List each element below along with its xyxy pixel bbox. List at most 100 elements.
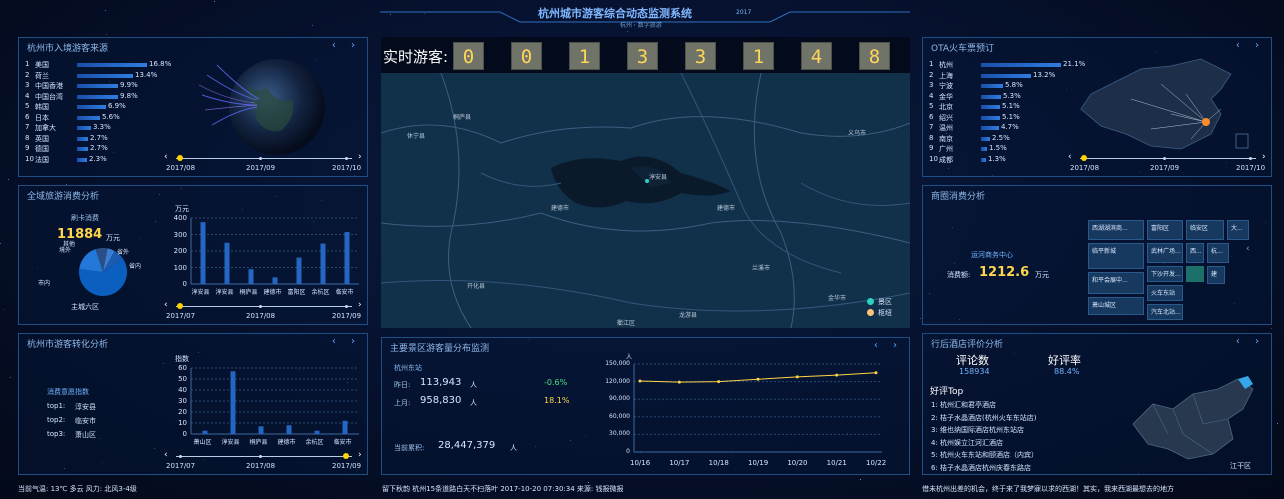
- timeline-tick[interactable]: [179, 455, 182, 458]
- bar: [200, 222, 206, 284]
- rank-bar: [981, 157, 986, 162]
- treemap-tile[interactable]: 建: [1207, 266, 1225, 284]
- timeline-tick[interactable]: [259, 455, 262, 458]
- timeline-tick[interactable]: [345, 157, 348, 160]
- realtime-digit: 0: [511, 42, 542, 70]
- y-tick-label: 200: [173, 247, 187, 255]
- timeline-next-icon[interactable]: ›: [358, 152, 362, 162]
- timeline-prev-icon[interactable]: ‹: [164, 300, 168, 310]
- map-place-label: 休宁县: [407, 133, 426, 140]
- timeline-track[interactable]: [1080, 158, 1256, 159]
- pie-label: 省外: [117, 249, 130, 256]
- rank-value: 5.8%: [1005, 81, 1023, 89]
- list-item: 6 日本 5.6%: [19, 113, 194, 123]
- business-panel-title: 商圈消费分析: [931, 192, 986, 202]
- star: [860, 479, 861, 480]
- treemap-tile[interactable]: 下沙开发...: [1147, 266, 1183, 282]
- treemap-tile[interactable]: 杭...: [1207, 243, 1229, 263]
- x-tick-label: 建德市: [263, 289, 282, 296]
- timeline-next-icon[interactable]: ›: [358, 300, 362, 310]
- hotel-top-item[interactable]: 5: 杭州火车东站和颐酒店（内宾）: [931, 450, 1038, 460]
- x-tick-label: 富阳区: [287, 289, 306, 296]
- timeline-next-icon[interactable]: ›: [1262, 152, 1266, 162]
- bar: [286, 425, 292, 434]
- footer-news[interactable]: 留下秋韵 杭州15条道路白天不扫落叶 2017-10-20 07:30:34 来…: [382, 484, 624, 494]
- hotel-top-item[interactable]: 4: 杭州娱立江河汇酒店: [931, 438, 1003, 448]
- footer-weather: 当前气温: 13℃ 多云 风力: 北风3-4级: [18, 485, 137, 493]
- treemap-tile[interactable]: 萧山城区: [1088, 297, 1144, 315]
- convert-panel-nav[interactable]: ‹ ›: [332, 336, 361, 347]
- rank-name: 绍兴: [939, 113, 953, 122]
- legend-scenic-label: 景区: [878, 298, 892, 306]
- timeline-handle[interactable]: [177, 303, 183, 309]
- timeline-handle[interactable]: [1081, 155, 1087, 161]
- timeline-handle[interactable]: [177, 155, 183, 161]
- x-tick-label: 桐庐县: [249, 439, 268, 446]
- treemap-tile[interactable]: 临安区: [1186, 220, 1224, 240]
- source-timeline[interactable]: ‹ › 2017/08 2017/09 2017/10: [164, 152, 364, 175]
- treemap-tile[interactable]: 西湖湖滨商...: [1088, 220, 1144, 240]
- bar: [248, 269, 254, 284]
- rank-number: 4: [929, 91, 934, 100]
- bar: [296, 257, 302, 284]
- top-item: top2: 临安市: [47, 416, 147, 426]
- timeline-tick[interactable]: [345, 305, 348, 308]
- rank-name: 美国: [35, 61, 49, 69]
- pie-label: 省内: [129, 263, 142, 270]
- ota-panel-nav[interactable]: ‹ ›: [1236, 40, 1265, 51]
- scenic-marker-icon[interactable]: [645, 179, 649, 183]
- rank-name: 广州: [939, 145, 953, 153]
- rank-value: 2.5%: [992, 133, 1010, 142]
- treemap-tile[interactable]: 西...: [1186, 243, 1204, 263]
- treemap-tile[interactable]: 武林广场...: [1147, 243, 1183, 263]
- source-panel-nav[interactable]: ‹ ›: [332, 40, 361, 51]
- treemap-tile[interactable]: 临平新城: [1088, 243, 1144, 269]
- lastmonth-value: 958,830: [420, 395, 462, 406]
- hotel-top-item[interactable]: 2: 桔子水晶酒店(杭州火车东站店): [931, 413, 1037, 423]
- x-tick-label: 10/19: [748, 459, 769, 467]
- hotel-top-item[interactable]: 3: 维也纳国际酒店杭州东站店: [931, 425, 1024, 435]
- timeline-tick[interactable]: [259, 157, 262, 160]
- ota-timeline[interactable]: ‹ › 2017/08 2017/09 2017/10: [1068, 152, 1268, 175]
- timeline-prev-icon[interactable]: ‹: [164, 450, 168, 460]
- convert-timeline[interactable]: ‹ › 2017/07 2017/08 2017/09: [164, 450, 364, 473]
- hotel-top-item[interactable]: 6: 桔子水晶酒店杭州庆春东路店: [931, 463, 1031, 473]
- treemap-prev-icon[interactable]: ‹: [1246, 244, 1250, 254]
- star: [105, 10, 106, 11]
- timeline-track[interactable]: [176, 306, 352, 307]
- timeline-prev-icon[interactable]: ‹: [1068, 152, 1072, 162]
- scenic-panel-nav[interactable]: ‹ ›: [874, 340, 903, 351]
- treemap-tile[interactable]: 和平会展中...: [1088, 272, 1144, 294]
- rank-name: 日本: [35, 113, 49, 122]
- rank-name: 荷兰: [35, 71, 49, 80]
- treemap-tile[interactable]: 大...: [1227, 220, 1249, 240]
- consume-timeline[interactable]: ‹ › 2017/07 2017/08 2017/09: [164, 300, 364, 323]
- timeline-track[interactable]: [176, 158, 352, 159]
- timeline-track[interactable]: [176, 456, 352, 457]
- treemap-tile[interactable]: 火车东站: [1147, 285, 1183, 301]
- timeline-handle[interactable]: [343, 453, 349, 459]
- hotel-top-item[interactable]: 1: 杭州汇和君亭酒店: [931, 400, 996, 410]
- realtime-label: 实时游客:: [383, 48, 449, 66]
- realtime-counter: 实时游客: 00133148: [381, 37, 910, 73]
- timeline-tick[interactable]: [1163, 157, 1166, 160]
- y-tick-label: 90,000: [609, 395, 630, 403]
- line-point: [638, 379, 642, 383]
- timeline-next-icon[interactable]: ›: [358, 450, 362, 460]
- footer-scroll[interactable]: 借未杭州出差的机会，终于来了我梦寐以求的西湖！其实，我来西湖最想去的地方: [922, 484, 1272, 494]
- timeline-tick[interactable]: [259, 305, 262, 308]
- top-name: 临安市: [75, 417, 96, 425]
- hotel-panel-nav[interactable]: ‹ ›: [1236, 336, 1265, 347]
- map-area[interactable]: 建德市 淳安县 建德市 兰溪市 龙游县 金华市 义乌市 开化县 休宁县 桐庐县 衢江区 景区 枢纽: [381, 73, 910, 328]
- map-place-label: 义乌市: [848, 130, 867, 137]
- timeline-prev-icon[interactable]: ‹: [164, 152, 168, 162]
- line-point: [717, 380, 721, 384]
- bar: [258, 426, 264, 434]
- treemap-tile[interactable]: 汽车北站...: [1147, 304, 1183, 320]
- source-panel-title: 杭州市入境游客来源: [27, 44, 109, 54]
- globe-image: [197, 55, 337, 165]
- bar: [320, 243, 326, 284]
- timeline-tick[interactable]: [1249, 157, 1252, 160]
- x-tick-label: 建德市: [277, 439, 296, 446]
- treemap-tile[interactable]: 富阳区: [1147, 220, 1183, 240]
